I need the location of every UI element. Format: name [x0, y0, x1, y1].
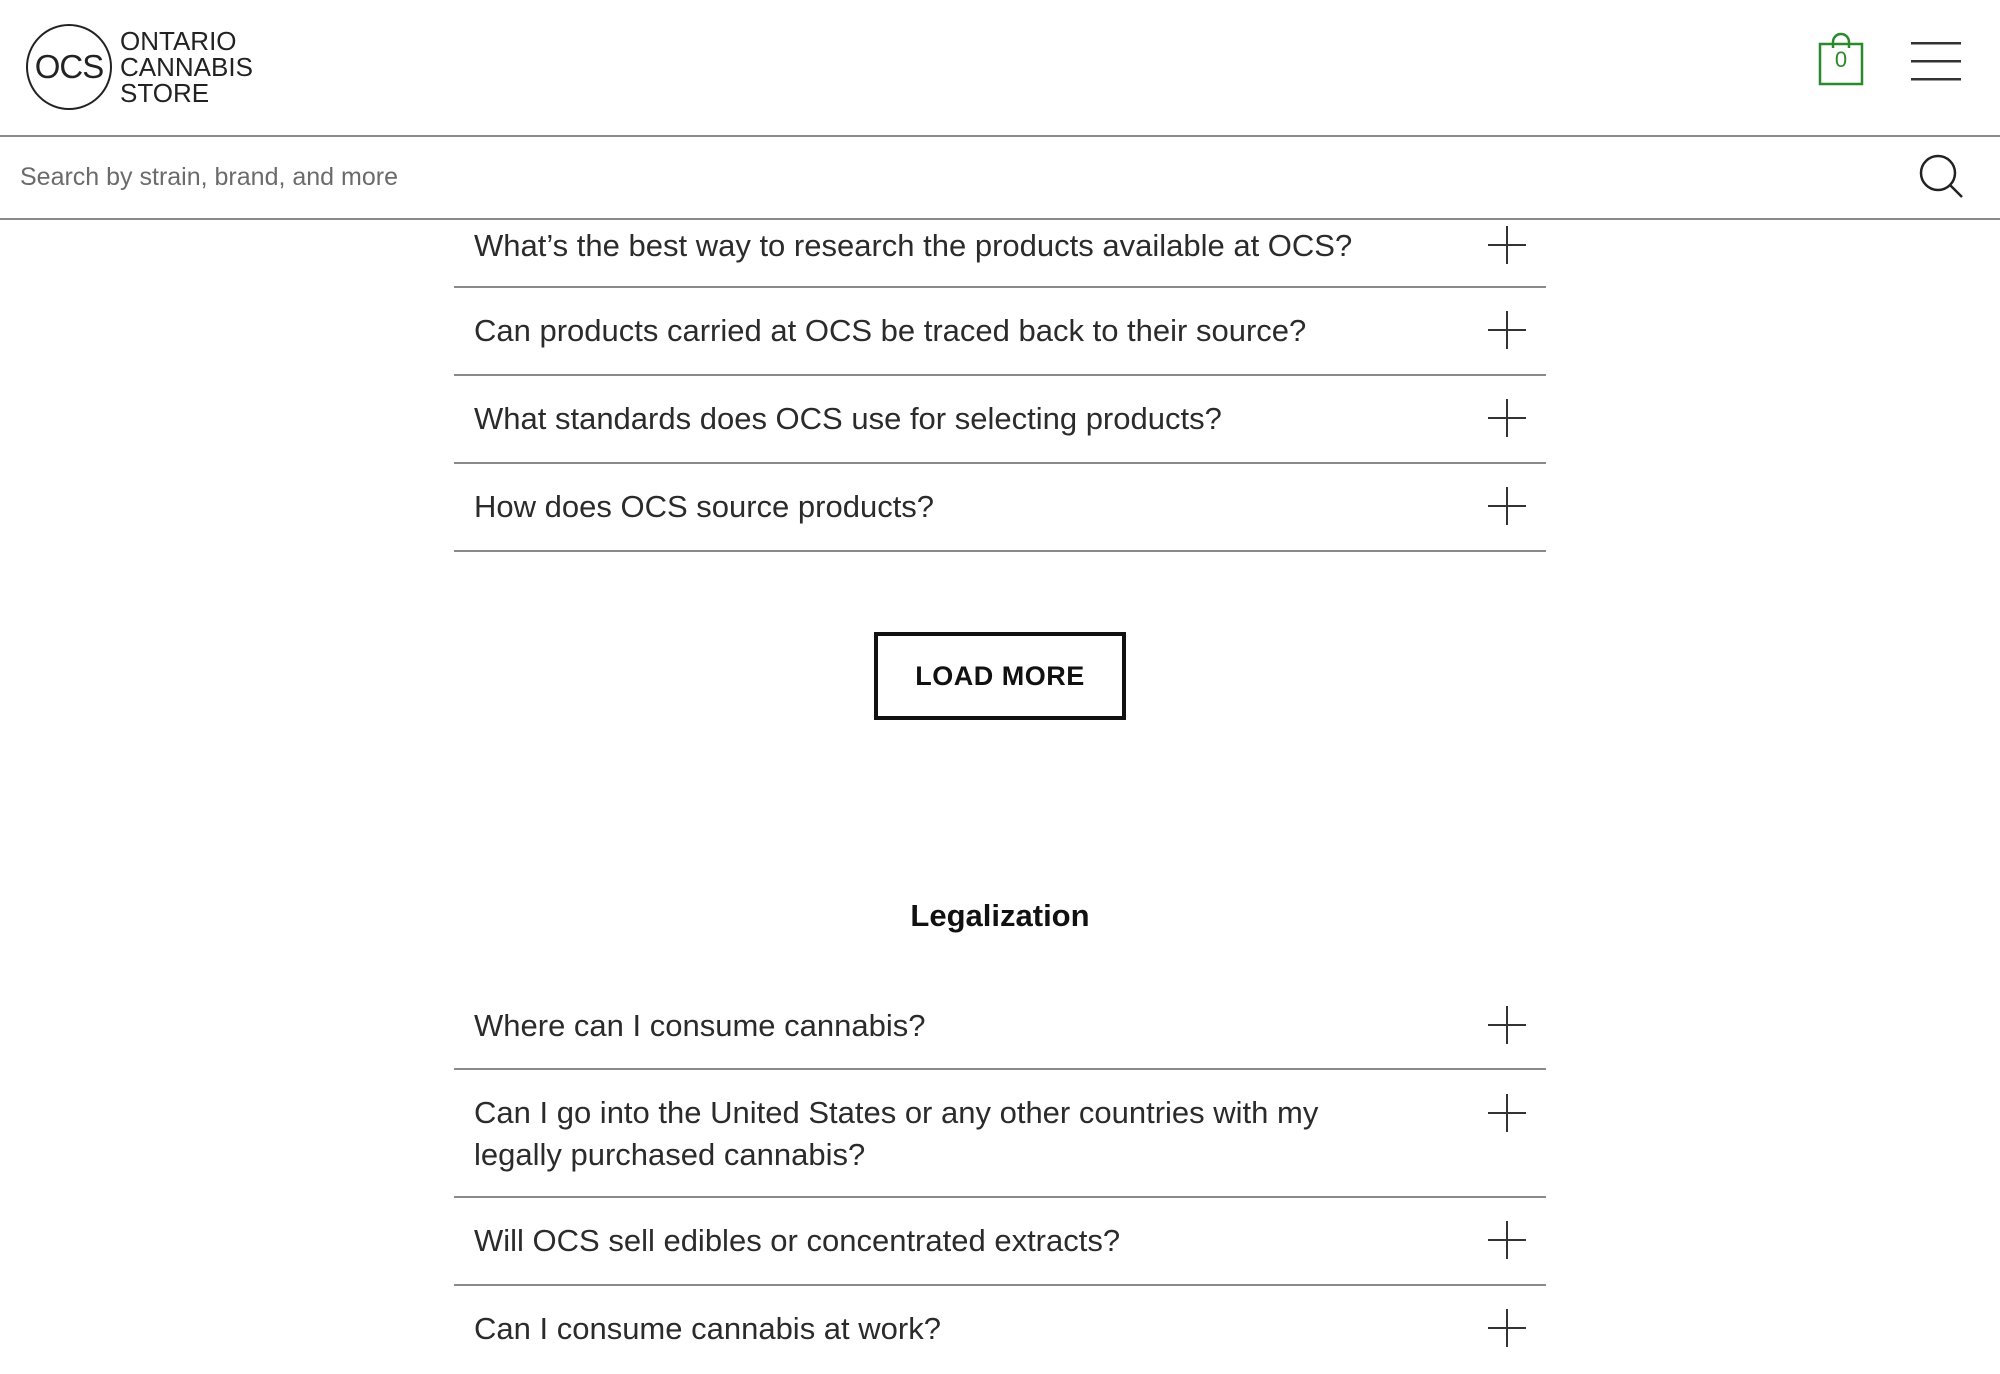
plus-icon — [1488, 1309, 1526, 1347]
site-header: OCS ONTARIO CANNABIS STORE 0 — [0, 0, 2000, 137]
faq-item[interactable]: Will OCS sell edibles or concentrated ex… — [454, 1198, 1546, 1286]
plus-icon — [1488, 1221, 1526, 1259]
search-bar — [0, 137, 2000, 220]
menu-button[interactable] — [1911, 42, 1961, 82]
search-icon — [1919, 154, 1963, 198]
faq-item[interactable]: Can I consume cannabis at work? — [454, 1286, 1546, 1374]
faq-question: How does OCS source products? — [474, 489, 935, 524]
logo-mark: OCS — [26, 24, 112, 110]
plus-icon — [1488, 399, 1526, 437]
cart-count: 0 — [1834, 47, 1848, 72]
faq-list-legalization: Where can I consume cannabis? Can I go i… — [454, 1000, 1546, 1374]
search-input[interactable] — [0, 137, 1900, 218]
faq-question: What standards does OCS use for selectin… — [474, 401, 1222, 436]
logo-line-1: ONTARIO — [120, 26, 237, 56]
logo-line-3: STORE — [120, 78, 210, 108]
faq-question: Can I consume cannabis at work? — [474, 1311, 941, 1346]
faq-question: Where can I consume cannabis? — [474, 1008, 926, 1043]
faq-list-products: What’s the best way to research the prod… — [454, 220, 1546, 552]
load-more-button[interactable]: LOAD MORE — [874, 632, 1126, 720]
faq-item[interactable]: How does OCS source products? — [454, 464, 1546, 552]
hamburger-menu-icon — [1911, 42, 1961, 81]
faq-item[interactable]: What standards does OCS use for selectin… — [454, 376, 1546, 464]
faq-item[interactable]: Where can I consume cannabis? — [454, 1000, 1546, 1070]
search-button[interactable] — [1916, 151, 1968, 203]
faq-question: Can I go into the United States or any o… — [474, 1095, 1319, 1172]
faq-item[interactable]: Can products carried at OCS be traced ba… — [454, 288, 1546, 376]
plus-icon — [1488, 487, 1526, 525]
faq-question: Will OCS sell edibles or concentrated ex… — [474, 1223, 1121, 1258]
cart-button[interactable]: 0 — [1818, 30, 1864, 86]
section-title: Legalization — [910, 898, 1090, 933]
plus-icon — [1488, 311, 1526, 349]
logo-line-2: CANNABIS — [120, 52, 253, 82]
ocs-logo[interactable]: OCS ONTARIO CANNABIS STORE — [26, 24, 276, 114]
faq-question: Can products carried at OCS be traced ba… — [474, 313, 1307, 348]
faq-item[interactable]: What’s the best way to research the prod… — [454, 220, 1546, 288]
faq-item[interactable]: Can I go into the United States or any o… — [454, 1070, 1546, 1198]
plus-icon — [1488, 1006, 1526, 1044]
logo-wordmark: ONTARIO CANNABIS STORE — [120, 28, 253, 106]
plus-icon — [1488, 1094, 1526, 1132]
plus-icon — [1488, 226, 1526, 264]
faq-question: What’s the best way to research the prod… — [474, 228, 1353, 263]
